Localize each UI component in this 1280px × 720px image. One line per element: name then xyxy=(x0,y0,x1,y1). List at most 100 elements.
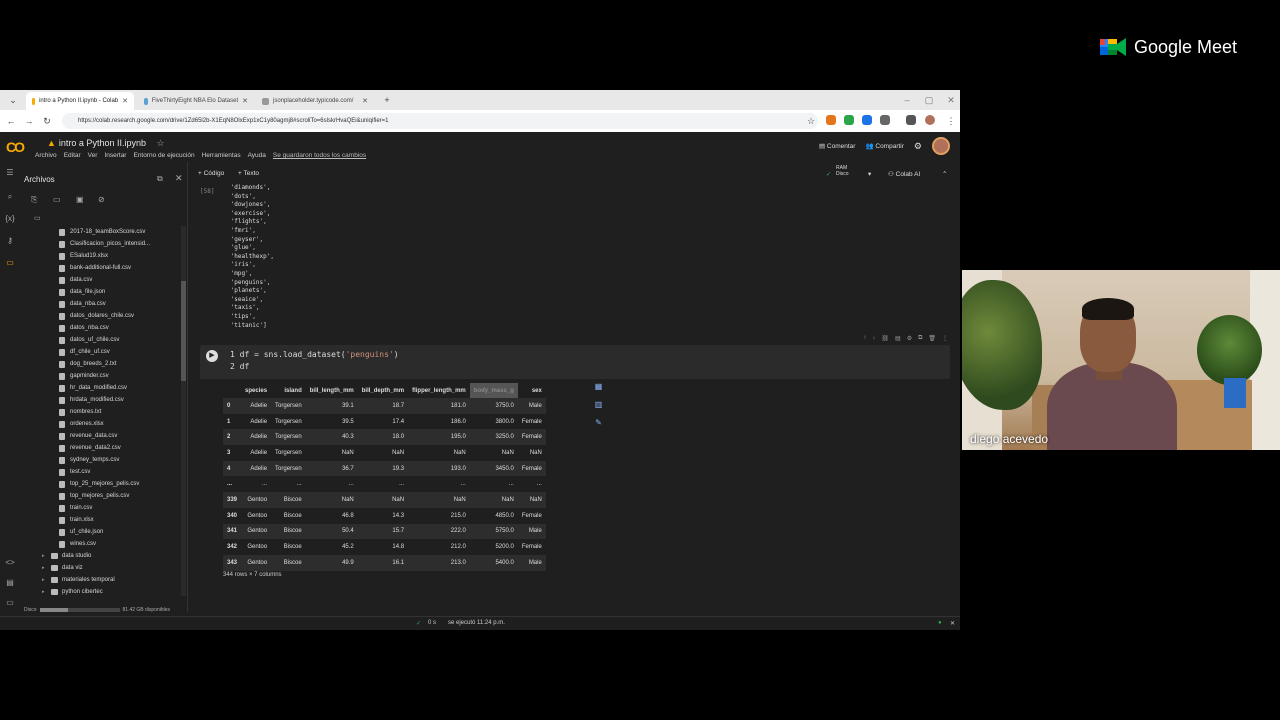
reload-icon[interactable]: ↻ xyxy=(40,114,54,128)
more-icon[interactable]: ⋮ xyxy=(942,335,948,342)
folder-item[interactable]: ▸ data viz xyxy=(20,562,180,574)
secrets-key-icon[interactable]: ⚷ xyxy=(4,236,16,248)
maximize-icon[interactable]: ▢ xyxy=(922,93,936,107)
file-item[interactable]: Clasificacion_picos_intensid... xyxy=(20,238,180,250)
folder-icon[interactable]: ▭ xyxy=(4,258,16,270)
file-item[interactable]: datos_nba.csv xyxy=(20,322,180,334)
open-in-tab-icon[interactable]: ⧉ xyxy=(157,174,163,184)
folder-item[interactable]: ▸ materiales temporal xyxy=(20,574,180,586)
file-item[interactable]: datos_dolares_chile.csv xyxy=(20,310,180,322)
move-down-icon[interactable]: ↓ xyxy=(872,335,875,342)
code-snippets-icon[interactable]: <> xyxy=(4,558,16,570)
close-icon[interactable]: ✕ xyxy=(122,97,128,105)
runtime-dropdown-icon[interactable]: ▾ xyxy=(868,170,871,178)
expand-caret-icon[interactable]: ▸ xyxy=(42,589,48,595)
back-icon[interactable]: ← xyxy=(4,114,18,128)
expand-caret-icon[interactable]: ▸ xyxy=(42,577,48,583)
colab-logo[interactable]: CO xyxy=(6,139,25,155)
file-item[interactable]: 2017-18_teamBoxScore.csv xyxy=(20,226,180,238)
menu-insertar[interactable]: Insertar xyxy=(104,152,126,159)
tab-search-icon[interactable]: ⌄ xyxy=(6,93,20,107)
folder-item[interactable]: ▸ python cibertec xyxy=(20,586,180,598)
bookmark-star-icon[interactable]: ☆ xyxy=(804,114,818,128)
file-item[interactable]: hrdata_modified.csv xyxy=(20,394,180,406)
browser-menu-icon[interactable]: ⋮ xyxy=(944,114,958,128)
menu-ayuda[interactable]: Ayuda xyxy=(248,152,266,159)
move-up-icon[interactable]: ↑ xyxy=(863,335,866,342)
collapse-header-icon[interactable]: ⌃ xyxy=(942,170,947,178)
new-folder-icon[interactable]: ▭ xyxy=(53,195,61,204)
file-item[interactable]: data_file.json xyxy=(20,286,180,298)
tab-jsonplaceholder[interactable]: jsonplaceholder.typicode.com/ ✕ xyxy=(256,92,374,110)
file-item[interactable]: ESalud19.xlsx xyxy=(20,250,180,262)
terminal-icon[interactable]: ▭ xyxy=(4,598,16,610)
address-bar[interactable]: https://colab.research.google.com/drive/… xyxy=(62,113,818,129)
add-text-button[interactable]: + Texto xyxy=(238,170,259,177)
mirror-cell-icon[interactable]: ⧉ xyxy=(918,335,922,342)
new-tab-icon[interactable]: + xyxy=(380,93,394,107)
comment-cell-icon[interactable]: ▤ xyxy=(895,335,901,342)
file-item[interactable]: wines.csv xyxy=(20,538,180,550)
metamask-extension-icon[interactable] xyxy=(826,115,836,125)
parent-folder-icon[interactable]: ▭ xyxy=(34,214,41,222)
save-status[interactable]: Se guardaron todos los cambios xyxy=(273,152,366,159)
file-item[interactable]: ordenes.xlsx xyxy=(20,418,180,430)
file-item[interactable]: data.csv xyxy=(20,274,180,286)
folder-item[interactable]: ▸ data studio xyxy=(20,550,180,562)
command-palette-icon[interactable]: ▤ xyxy=(4,578,16,590)
share-button[interactable]: 👥 Compartir xyxy=(865,142,903,150)
resources-indicator[interactable]: RAM Disco xyxy=(836,165,849,177)
settings-gear-icon[interactable]: ⚙ xyxy=(914,141,922,152)
file-item[interactable]: hr_data_modified.csv xyxy=(20,382,180,394)
menu-entorno[interactable]: Entorno de ejecución xyxy=(133,152,194,159)
participant-video-tile[interactable]: diego acevedo xyxy=(962,270,1280,450)
tab-nba-elo[interactable]: FiveThirtyEight NBA Elo Dataset ✕ xyxy=(138,92,254,110)
file-item[interactable]: revenue_data2.csv xyxy=(20,442,180,454)
side-panel-icon[interactable] xyxy=(906,115,916,125)
run-cell-icon[interactable]: ▶ xyxy=(206,350,218,362)
variables-icon[interactable]: {x} xyxy=(4,214,16,226)
search-icon[interactable]: ⌕ xyxy=(4,192,16,204)
menu-herramientas[interactable]: Herramientas xyxy=(202,152,241,159)
generate-code-wand-icon[interactable]: ✎ xyxy=(593,417,604,428)
link-icon[interactable]: ⛓ xyxy=(881,335,889,342)
file-item[interactable]: top_25_mejores_pelis.csv xyxy=(20,478,180,490)
comment-button[interactable]: ▤ Comentar xyxy=(819,142,856,150)
file-item[interactable]: train.csv xyxy=(20,502,180,514)
menu-ver[interactable]: Ver xyxy=(88,152,98,159)
file-item[interactable]: bank-additional-full.csv xyxy=(20,262,180,274)
toc-icon[interactable]: ☰ xyxy=(4,168,16,180)
drive-folder-icon[interactable]: ▣ xyxy=(76,195,84,204)
extension-icon[interactable] xyxy=(844,115,854,125)
file-item[interactable]: dog_breeds_2.txt xyxy=(20,358,180,370)
file-item[interactable]: datos_uf_chile.csv xyxy=(20,334,180,346)
code-cell[interactable]: ▶ 1 df = sns.load_dataset('penguins') 2 … xyxy=(200,345,950,379)
colab-ai-button[interactable]: ⚇ Colab AI xyxy=(888,170,920,178)
close-icon[interactable]: ✕ xyxy=(362,97,368,105)
window-close-icon[interactable]: ✕ xyxy=(944,93,958,107)
file-item[interactable]: sydney_temps.csv xyxy=(20,454,180,466)
files-scrollbar[interactable] xyxy=(181,226,186,596)
file-item[interactable]: train.xlsx xyxy=(20,514,180,526)
minimize-icon[interactable]: – xyxy=(900,93,914,107)
extension-icon[interactable] xyxy=(862,115,872,125)
tab-colab[interactable]: intro a Python II.ipynb - Colab ✕ xyxy=(26,92,134,110)
suggest-charts-icon[interactable]: ▥ xyxy=(593,399,604,410)
add-code-button[interactable]: + Código xyxy=(198,170,224,177)
close-icon[interactable]: ✕ xyxy=(242,97,248,105)
file-item[interactable]: top_mejores_pelis.csv xyxy=(20,490,180,502)
file-item[interactable]: nombres.txt xyxy=(20,406,180,418)
extensions-puzzle-icon[interactable] xyxy=(880,115,890,125)
file-item[interactable]: df_chile_uf.csv xyxy=(20,346,180,358)
expand-caret-icon[interactable]: ▸ xyxy=(42,565,48,571)
forward-icon[interactable]: → xyxy=(22,114,36,128)
cell-code[interactable]: 1 df = sns.load_dataset('penguins') 2 df xyxy=(230,349,399,373)
star-icon[interactable]: ☆ xyxy=(157,138,165,148)
status-close-icon[interactable]: ✕ xyxy=(950,620,955,627)
close-panel-icon[interactable]: ✕ xyxy=(175,173,183,184)
scrollbar-thumb[interactable] xyxy=(181,281,186,381)
expand-caret-icon[interactable]: ▸ xyxy=(42,553,48,559)
cell-settings-icon[interactable]: ⚙ xyxy=(907,335,912,342)
notebook-title[interactable]: ▲ intro a Python II.ipynb ☆ xyxy=(47,138,165,149)
file-item[interactable]: revenue_data.csv xyxy=(20,430,180,442)
